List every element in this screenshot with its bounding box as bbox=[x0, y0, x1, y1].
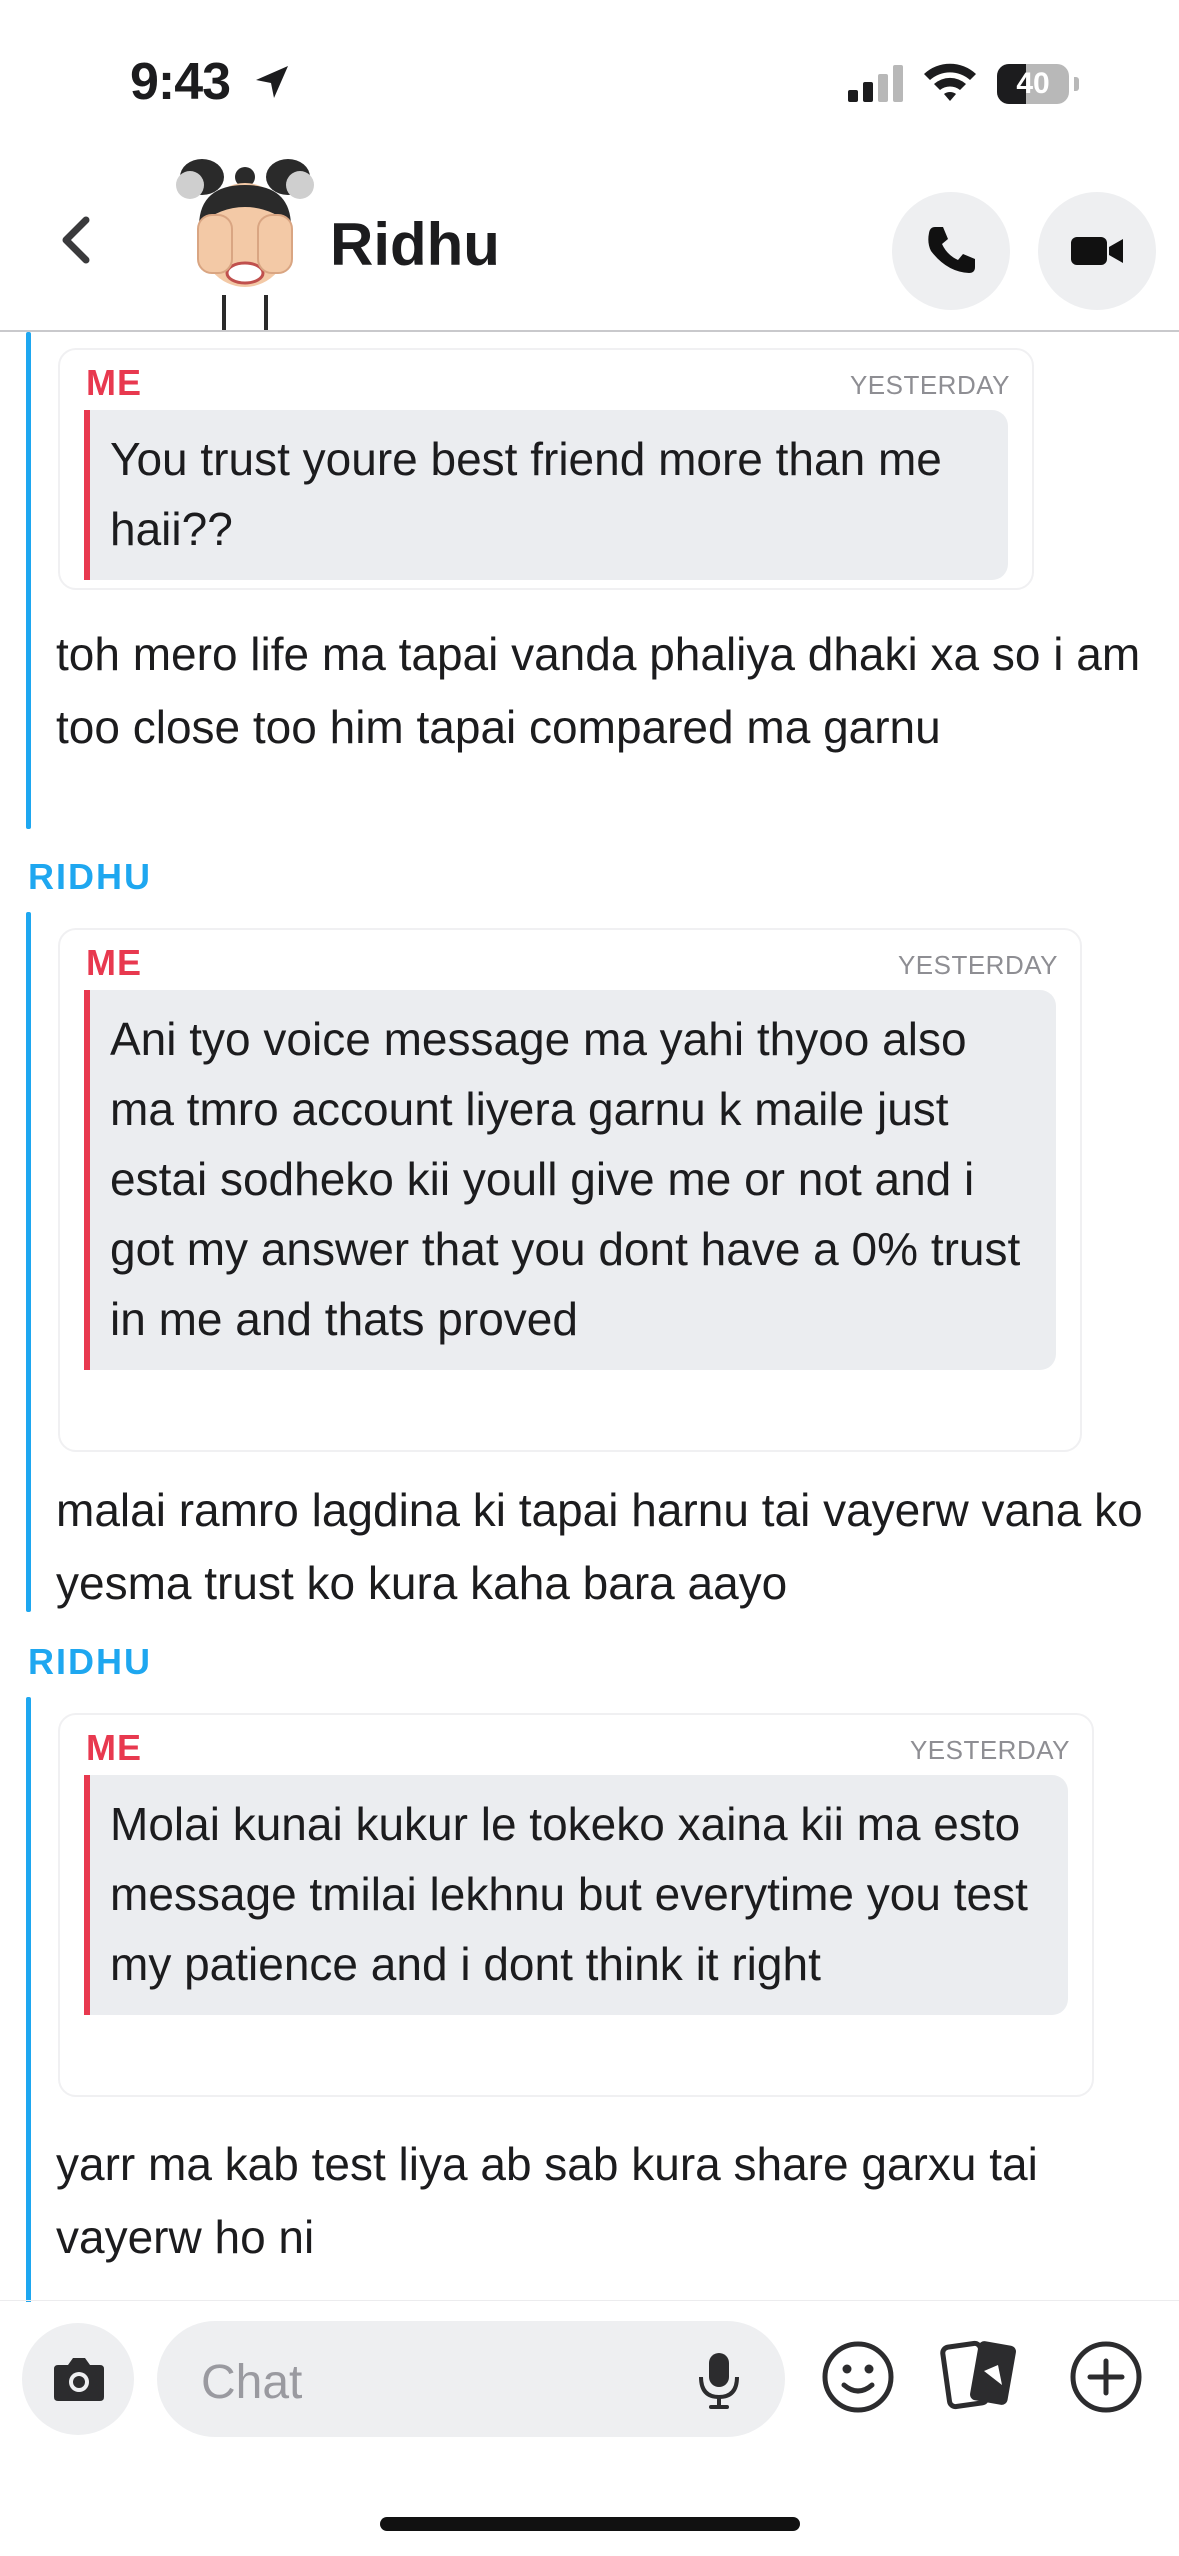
quote-text: Molai kunai kukur le tokeko xaina kii ma… bbox=[84, 1775, 1068, 2015]
message-text[interactable]: yarr ma kab test liya ab sab kura share … bbox=[56, 2128, 1146, 2274]
quote-text: Ani tyo voice message ma yahi thyoo also… bbox=[84, 990, 1056, 1370]
quoted-message-card[interactable]: ME YESTERDAY You trust youre best friend… bbox=[58, 348, 1034, 590]
battery-percent: 40 bbox=[1016, 67, 1050, 100]
message-text[interactable]: toh mero life ma tapai vanda phaliya dha… bbox=[56, 618, 1146, 764]
video-call-button[interactable] bbox=[1038, 192, 1156, 310]
quote-text: You trust youre best friend more than me… bbox=[84, 410, 1008, 580]
quote-timestamp: YESTERDAY bbox=[849, 370, 1010, 400]
plus-circle-icon[interactable] bbox=[1066, 2337, 1146, 2417]
quoted-message-card[interactable]: ME YESTERDAY Molai kunai kukur le tokeko… bbox=[58, 1713, 1094, 2097]
bitmoji-avatar[interactable] bbox=[170, 155, 320, 330]
camera-icon bbox=[54, 2358, 104, 2401]
phone-icon bbox=[928, 227, 975, 273]
smiley-icon[interactable] bbox=[818, 2337, 898, 2417]
message-text[interactable]: malai ramro lagdina ki tapai harnu tai v… bbox=[56, 1474, 1146, 1620]
status-time: 9:43 bbox=[130, 53, 231, 111]
quote-author: ME bbox=[86, 942, 142, 983]
home-indicator[interactable] bbox=[380, 2517, 800, 2531]
battery-tip bbox=[1074, 77, 1079, 91]
camera-button[interactable] bbox=[22, 2323, 134, 2435]
status-bar: 9:43 40 bbox=[0, 0, 1179, 150]
voice-call-button[interactable] bbox=[892, 192, 1010, 310]
sender-thread-bar bbox=[26, 912, 31, 1612]
quote-author: ME bbox=[86, 362, 142, 403]
cards-icon[interactable] bbox=[940, 2335, 1020, 2415]
location-arrow-icon bbox=[256, 66, 288, 98]
quote-timestamp: YESTERDAY bbox=[897, 950, 1058, 980]
wifi-icon bbox=[924, 63, 976, 101]
chat-input-placeholder: Chat bbox=[201, 2356, 303, 2409]
microphone-icon[interactable] bbox=[697, 2351, 741, 2411]
sender-name: RIDHU bbox=[28, 1641, 152, 1682]
quote-author: ME bbox=[86, 1727, 142, 1768]
quote-timestamp: YESTERDAY bbox=[909, 1735, 1070, 1765]
cellular-signal-icon bbox=[848, 65, 903, 102]
chat-header: Ridhu bbox=[0, 150, 1179, 332]
battery-icon: 40 bbox=[997, 64, 1069, 104]
chat-input[interactable]: Chat bbox=[157, 2321, 785, 2437]
chat-input-bar: Chat bbox=[0, 2300, 1179, 2471]
sender-name: RIDHU bbox=[28, 856, 152, 897]
sender-thread-bar bbox=[26, 1697, 31, 2302]
quoted-message-card[interactable]: ME YESTERDAY Ani tyo voice message ma ya… bbox=[58, 928, 1082, 1452]
video-camera-icon bbox=[1071, 237, 1123, 265]
contact-name[interactable]: Ridhu bbox=[330, 210, 500, 279]
back-chevron-icon[interactable] bbox=[48, 210, 108, 270]
sender-thread-bar bbox=[26, 332, 31, 829]
message-list[interactable]: ME YESTERDAY You trust youre best friend… bbox=[0, 332, 1179, 2302]
